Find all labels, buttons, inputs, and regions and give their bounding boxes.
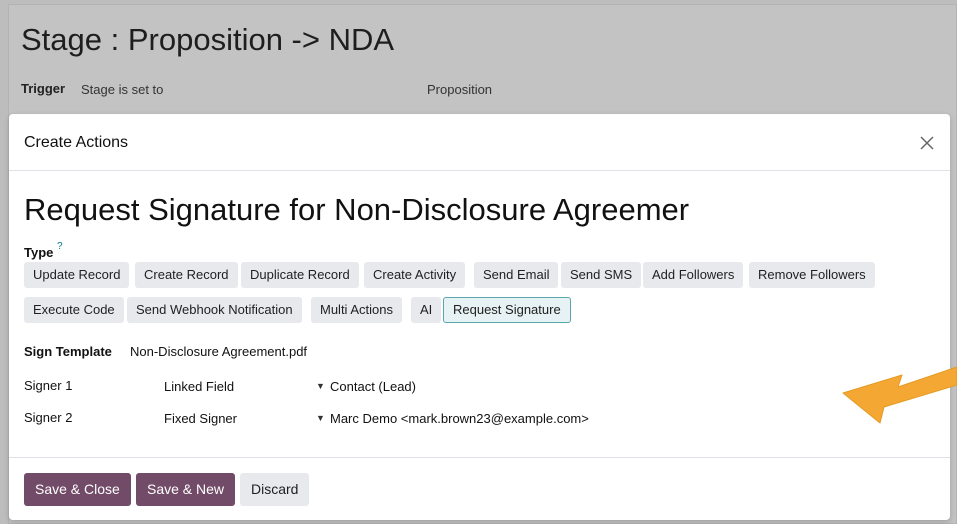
signer-1-type[interactable]: Linked Field (164, 379, 234, 394)
type-update-record[interactable]: Update Record (24, 262, 130, 288)
signer-2-value[interactable]: Marc Demo <mark.brown23@example.com> (330, 411, 589, 426)
signer-2-type[interactable]: Fixed Signer (164, 411, 237, 426)
trigger-stage: Proposition (427, 82, 493, 97)
chevron-down-icon: ▼ (316, 381, 325, 391)
save-new-button[interactable]: Save & New (136, 473, 236, 506)
sign-template-field[interactable]: Non-Disclosure Agreement.pdf (130, 344, 307, 359)
type-multi-actions[interactable]: Multi Actions (311, 297, 402, 323)
type-remove-followers[interactable]: Remove Followers (749, 262, 875, 288)
chevron-down-icon: ▼ (316, 413, 325, 423)
create-actions-dialog: Create Actions Request Signature for Non… (9, 114, 950, 520)
type-request-signature[interactable]: Request Signature (443, 297, 571, 323)
type-create-record[interactable]: Create Record (135, 262, 238, 288)
stage-title: Stage : Proposition -> NDA (21, 22, 395, 57)
type-send-email[interactable]: Send Email (474, 262, 559, 288)
close-button[interactable] (913, 129, 941, 157)
signer-1-label: Signer 1 (24, 378, 73, 393)
sign-template-label: Sign Template (24, 344, 112, 359)
type-send-webhook[interactable]: Send Webhook Notification (127, 297, 302, 323)
type-create-activity[interactable]: Create Activity (364, 262, 466, 288)
type-send-sms[interactable]: Send SMS (561, 262, 642, 288)
discard-button[interactable]: Discard (240, 473, 310, 506)
trigger-value: Stage is set to (81, 82, 164, 97)
signer-1-value[interactable]: Contact (Lead) (330, 379, 416, 394)
annotation-arrow-icon (842, 366, 957, 424)
dialog-footer: Save & Close Save & New Discard (9, 457, 950, 520)
type-execute-code[interactable]: Execute Code (24, 297, 124, 323)
signer-2-label: Signer 2 (24, 410, 73, 425)
dialog-header: Create Actions (9, 114, 950, 171)
type-add-followers[interactable]: Add Followers (643, 262, 744, 288)
help-icon[interactable]: ? (57, 241, 63, 252)
save-close-button[interactable]: Save & Close (24, 473, 131, 506)
close-icon (920, 136, 934, 150)
type-ai[interactable]: AI (411, 297, 442, 323)
action-name-field[interactable]: Request Signature for Non-Disclosure Agr… (24, 192, 944, 228)
dialog-title: Create Actions (24, 134, 129, 151)
type-label: Type (24, 245, 54, 260)
trigger-label: Trigger (21, 81, 66, 96)
type-duplicate-record[interactable]: Duplicate Record (241, 262, 359, 288)
